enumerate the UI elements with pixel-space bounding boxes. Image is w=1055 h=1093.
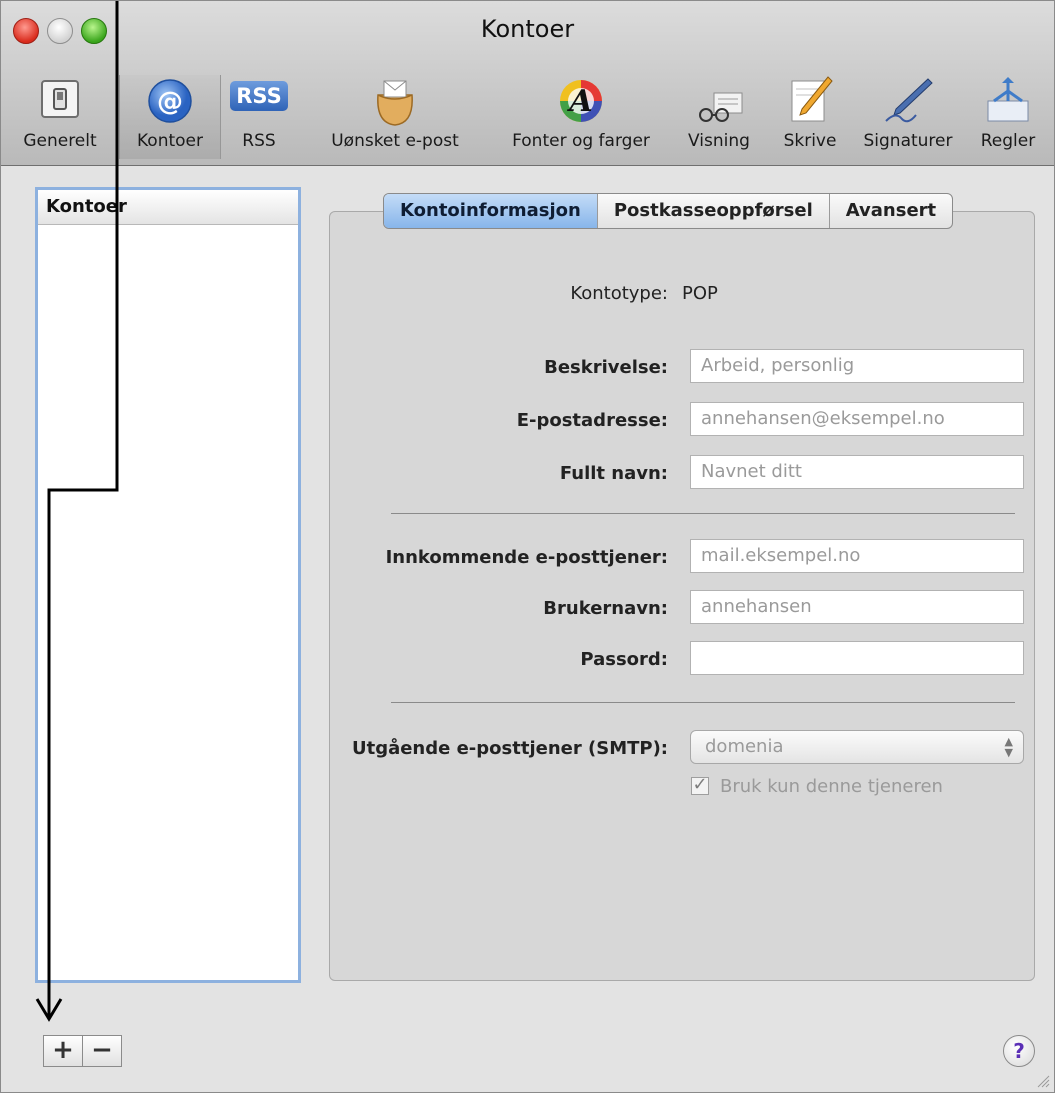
preferences-window: Kontoer Generelt @ Kontoer RSS RSS Uønsk… [0,0,1055,1093]
annotation-arrow [35,1,119,1022]
